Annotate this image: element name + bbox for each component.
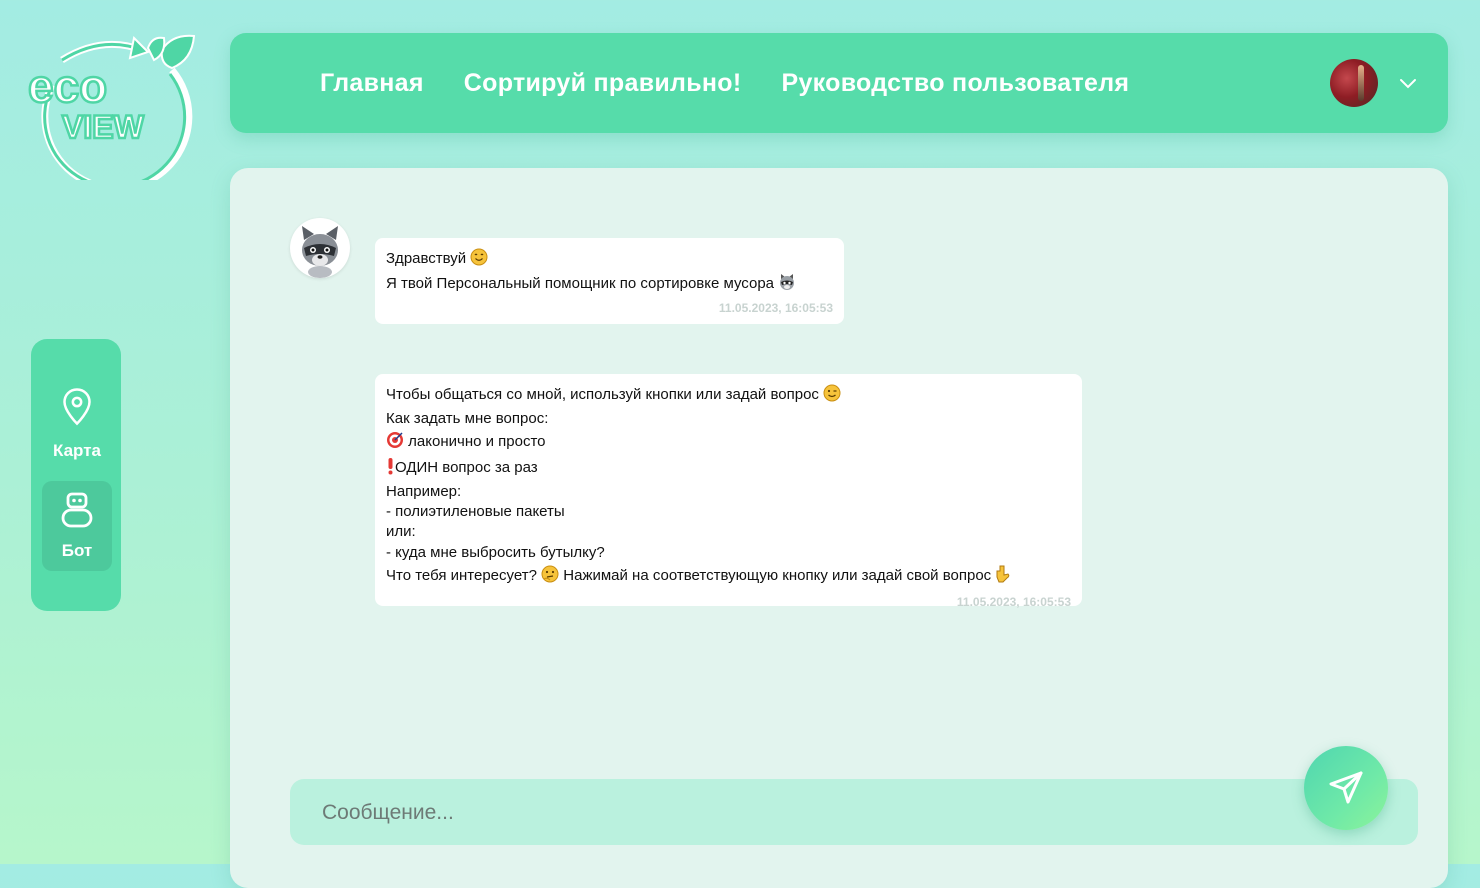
message-line: Я твой Персональный помощник по сортиров… — [386, 273, 833, 298]
map-pin-icon — [63, 388, 91, 426]
exclamation-mark-emoji — [386, 457, 395, 482]
chat-panel: Здравствуй Я твой Персональный помощник … — [230, 168, 1448, 888]
thinking-face-emoji — [541, 565, 559, 590]
message-line: лаконично и просто — [386, 429, 1071, 457]
top-navbar: Главная Сортируй правильно! Руководство … — [230, 33, 1448, 133]
send-button[interactable] — [1304, 746, 1388, 830]
bot-message: Чтобы общаться со мной, используй кнопки… — [375, 374, 1082, 609]
message-line: - куда мне выбросить бутылку? — [386, 544, 605, 561]
message-line: Чтобы общаться со мной, используй кнопки… — [386, 384, 1071, 409]
nav-link-user-guide[interactable]: Руководство пользователя — [781, 69, 1129, 98]
message-line: Как задать мне вопрос: — [386, 410, 549, 427]
eco-view-logo[interactable]: eco VIEW — [22, 30, 202, 192]
send-icon — [1329, 771, 1363, 804]
user-avatar[interactable] — [1330, 59, 1378, 107]
message-line: Здравствуй — [386, 248, 833, 273]
raccoon-emoji — [778, 273, 796, 298]
nav-link-home[interactable]: Главная — [320, 69, 424, 98]
message-timestamp: 11.05.2023, 16:05:53 — [956, 595, 1071, 609]
message-timestamp: 11.05.2023, 16:05:53 — [718, 301, 833, 315]
message-line: Например: — [386, 483, 462, 500]
logo-eco-text: eco — [28, 60, 107, 112]
nav-links: Главная Сортируй правильно! Руководство … — [320, 33, 1129, 133]
sidebar-item-label: Карта — [53, 441, 101, 460]
sidebar-item-map[interactable]: Карта — [42, 379, 112, 469]
winking-face-emoji — [823, 384, 841, 409]
message-line: Что тебя интересует? Нажимай на соответс… — [386, 564, 1071, 590]
hugging-face-emoji — [470, 248, 488, 273]
target-emoji — [386, 431, 404, 457]
chevron-down-icon[interactable] — [1398, 73, 1418, 93]
robot-icon — [61, 492, 93, 528]
bot-avatar — [290, 218, 350, 278]
sidebar-item-label: Бот — [61, 541, 93, 560]
nav-link-sort-correctly[interactable]: Сортируй правильно! — [464, 69, 742, 98]
message-line: или: — [386, 523, 416, 540]
sidebar-item-bot[interactable]: Бот — [42, 481, 112, 571]
message-line: ОДИН вопрос за раз — [386, 457, 1071, 482]
pointing-down-emoji — [995, 565, 1011, 590]
left-sidebar: Карта Бот — [31, 339, 121, 611]
bot-message: Здравствуй Я твой Персональный помощник … — [375, 238, 844, 324]
message-input-container — [290, 779, 1418, 847]
raccoon-icon — [302, 226, 338, 278]
message-input[interactable] — [320, 779, 1324, 847]
logo-view-text: VIEW — [62, 109, 145, 145]
message-line: - полиэтиленовые пакеты — [386, 503, 565, 520]
